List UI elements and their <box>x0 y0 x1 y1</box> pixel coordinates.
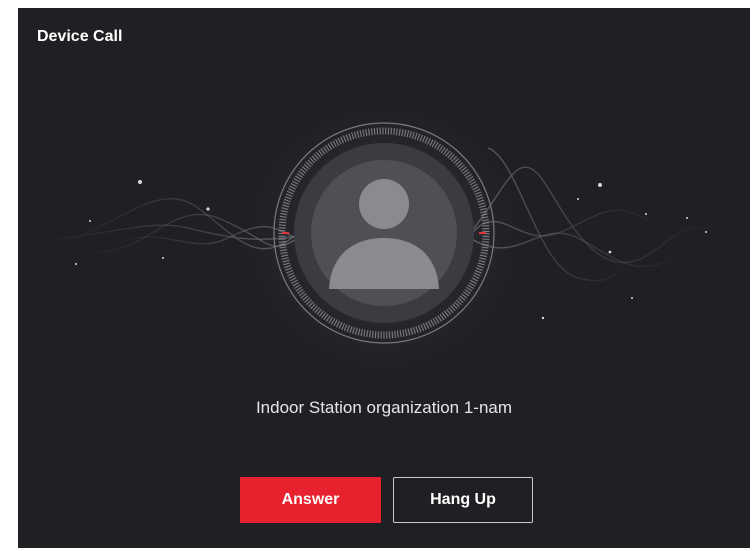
device-call-dialog: Device Call Indoor Station organization … <box>18 8 750 548</box>
call-animation-graphic <box>37 88 731 388</box>
answer-button[interactable]: Answer <box>240 477 381 523</box>
dialog-title: Device Call <box>37 28 123 45</box>
caller-name: Indoor Station organization 1-nam <box>255 398 513 417</box>
call-visual <box>18 68 750 388</box>
hang-up-button[interactable]: Hang Up <box>393 477 533 523</box>
